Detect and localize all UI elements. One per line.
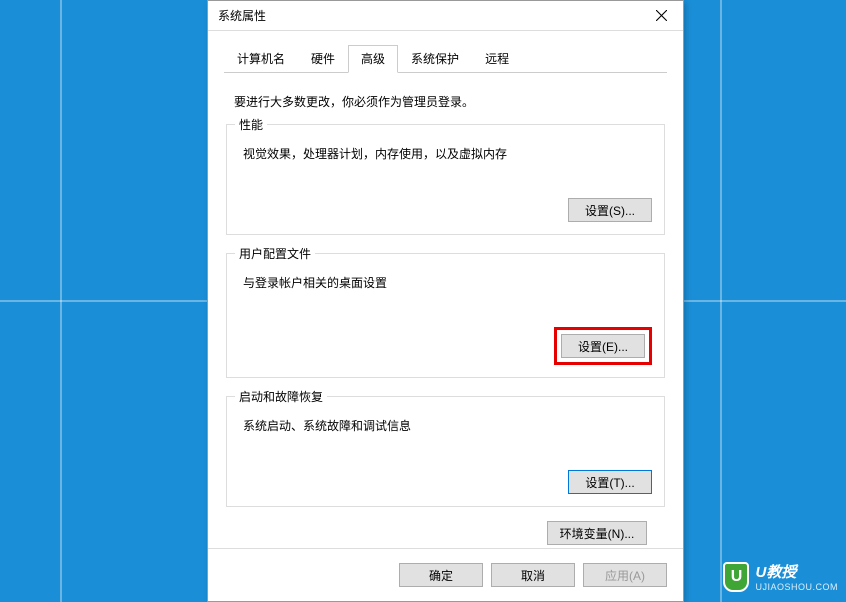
shield-icon: U: [723, 562, 749, 592]
shield-letter: U: [731, 568, 743, 586]
system-properties-dialog: 系统属性 计算机名 硬件 高级 系统保护 远程 要进行大多数更改，你必须作为管理…: [207, 0, 684, 602]
group-performance: 性能 视觉效果，处理器计划，内存使用，以及虚拟内存 设置(S)...: [226, 124, 665, 235]
watermark-brand: U教授: [755, 561, 838, 582]
startup-settings-button[interactable]: 设置(T)...: [568, 470, 652, 494]
highlight-annotation: 设置(E)...: [554, 327, 652, 365]
focus-ring: 设置(T)...: [568, 470, 652, 494]
dialog-title: 系统属性: [218, 7, 266, 24]
group-profiles-desc: 与登录帐户相关的桌面设置: [243, 274, 652, 291]
desktop-divider-vertical-left: [60, 0, 62, 602]
close-button[interactable]: [639, 1, 683, 31]
group-user-profiles: 用户配置文件 与登录帐户相关的桌面设置 设置(E)...: [226, 253, 665, 378]
tab-hardware[interactable]: 硬件: [298, 45, 348, 72]
watermark-url: UJIAOSHOU.COM: [755, 582, 838, 592]
group-startup-recovery: 启动和故障恢复 系统启动、系统故障和调试信息 设置(T)...: [226, 396, 665, 507]
group-profiles-legend: 用户配置文件: [235, 245, 315, 262]
performance-settings-button[interactable]: 设置(S)...: [568, 198, 652, 222]
dialog-footer: 确定 取消 应用(A): [208, 548, 683, 601]
group-performance-desc: 视觉效果，处理器计划，内存使用，以及虚拟内存: [243, 145, 652, 162]
tab-remote[interactable]: 远程: [472, 45, 522, 72]
watermark: U U教授 UJIAOSHOU.COM: [723, 561, 838, 592]
group-performance-legend: 性能: [235, 116, 267, 133]
tab-content-advanced: 要进行大多数更改，你必须作为管理员登录。 性能 视觉效果，处理器计划，内存使用，…: [208, 73, 683, 548]
watermark-text: U教授 UJIAOSHOU.COM: [755, 561, 838, 592]
apply-button[interactable]: 应用(A): [583, 563, 667, 587]
group-startup-desc: 系统启动、系统故障和调试信息: [243, 417, 652, 434]
ok-button[interactable]: 确定: [399, 563, 483, 587]
profiles-settings-button[interactable]: 设置(E)...: [561, 334, 645, 358]
group-startup-legend: 启动和故障恢复: [235, 388, 327, 405]
tab-advanced[interactable]: 高级: [348, 45, 398, 73]
close-icon: [656, 10, 667, 21]
titlebar: 系统属性: [208, 1, 683, 31]
cancel-button[interactable]: 取消: [491, 563, 575, 587]
tab-system-protection[interactable]: 系统保护: [398, 45, 472, 72]
desktop-divider-vertical-right: [720, 0, 722, 602]
admin-notice: 要进行大多数更改，你必须作为管理员登录。: [226, 81, 665, 124]
tab-bar: 计算机名 硬件 高级 系统保护 远程: [208, 31, 683, 72]
environment-variables-button[interactable]: 环境变量(N)...: [547, 521, 647, 545]
tab-computer-name[interactable]: 计算机名: [224, 45, 298, 72]
